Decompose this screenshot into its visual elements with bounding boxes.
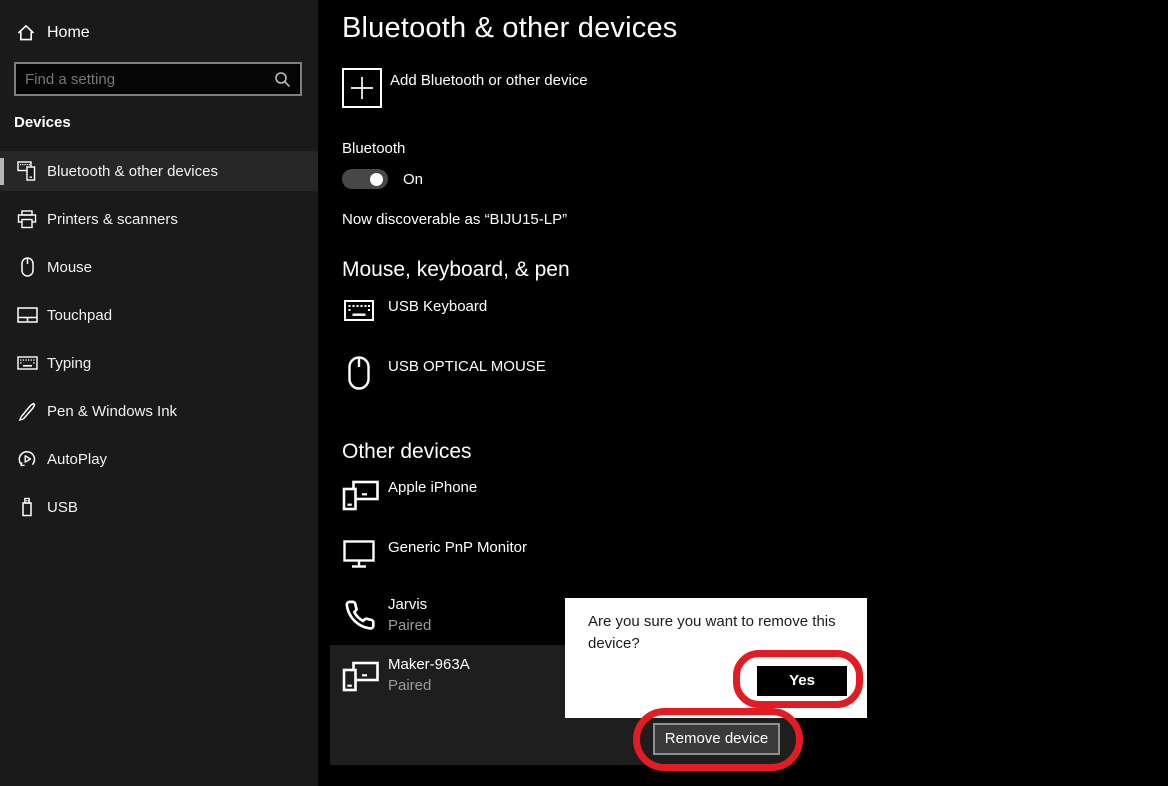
device-name: Generic PnP Monitor: [388, 539, 527, 556]
typing-keyboard-icon: [16, 353, 38, 373]
search-box: [14, 62, 302, 96]
section-header-other-devices: Other devices: [342, 440, 472, 463]
search-input[interactable]: [16, 70, 274, 88]
selected-accent-bar: [0, 158, 4, 185]
bluetooth-devices-icon: [16, 161, 38, 181]
monitor-icon: [343, 540, 375, 569]
toggle-knob: [370, 172, 383, 186]
pen-icon: [16, 401, 38, 421]
sidebar-item-pen-windows-ink[interactable]: Pen & Windows Ink: [0, 391, 318, 431]
sidebar-item-label: AutoPlay: [47, 450, 108, 468]
keyboard-icon: [344, 300, 374, 321]
phone-and-monitor-icon: [342, 661, 379, 693]
sidebar-item-touchpad[interactable]: Touchpad: [0, 295, 318, 335]
sidebar-item-usb[interactable]: USB: [0, 487, 318, 527]
plus-icon: [342, 68, 382, 108]
device-status: Paired: [388, 677, 432, 694]
remove-confirmation-dialog: Are you sure you want to remove this dev…: [565, 598, 867, 718]
device-status: Paired: [388, 617, 432, 634]
sidebar-item-label: Bluetooth & other devices: [47, 162, 218, 180]
autoplay-icon: [16, 449, 38, 469]
device-name: Apple iPhone: [388, 479, 478, 496]
search-icon[interactable]: [274, 71, 291, 88]
sidebar-item-label: Typing: [47, 354, 92, 372]
bluetooth-label: Bluetooth: [342, 140, 406, 157]
sidebar-section-header: Devices: [14, 114, 71, 131]
section-header-mouse-keyboard-pen: Mouse, keyboard, & pen: [342, 258, 570, 281]
yes-button[interactable]: Yes: [757, 666, 847, 696]
device-row-generic-pnp-monitor[interactable]: Generic PnP Monitor: [330, 534, 796, 578]
add-device-label: Add Bluetooth or other device: [390, 72, 588, 89]
device-name: USB Keyboard: [388, 298, 488, 315]
mouse-icon: [16, 257, 38, 277]
device-row-usb-optical-mouse[interactable]: USB OPTICAL MOUSE: [330, 348, 796, 398]
add-bluetooth-device-button[interactable]: Add Bluetooth or other device: [342, 68, 822, 108]
sidebar-item-label: Pen & Windows Ink: [47, 402, 178, 420]
toggle-state-label: On: [403, 171, 424, 188]
sidebar-item-bluetooth-other-devices[interactable]: Bluetooth & other devices: [0, 151, 318, 191]
sidebar-item-mouse[interactable]: Mouse: [0, 247, 318, 287]
device-name: Jarvis: [388, 596, 428, 613]
sidebar-item-label: USB: [47, 498, 78, 516]
dialog-message: Are you sure you want to remove this dev…: [588, 613, 836, 652]
usb-icon: [16, 497, 38, 517]
discoverable-status-text: Now discoverable as “BIJU15-LP”: [342, 211, 568, 228]
device-row-apple-iphone[interactable]: Apple iPhone: [330, 474, 796, 520]
sidebar-item-label: Mouse: [47, 258, 93, 276]
touchpad-icon: [16, 305, 38, 325]
sidebar-item-label: Printers & scanners: [47, 210, 178, 228]
page-title: Bluetooth & other devices: [342, 12, 678, 44]
printer-icon: [16, 209, 38, 229]
device-row-usb-keyboard[interactable]: USB Keyboard: [330, 290, 796, 336]
bluetooth-toggle[interactable]: [342, 169, 388, 189]
device-name: Maker-963A: [388, 656, 470, 673]
mouse-device-icon: [348, 356, 370, 390]
sidebar-item-autoplay[interactable]: AutoPlay: [0, 439, 318, 479]
phone-handset-icon: [344, 600, 376, 632]
home-icon: [16, 23, 36, 43]
settings-window: Home Devices Bluetooth & other devices P…: [0, 0, 1168, 786]
home-label: Home: [47, 24, 90, 41]
sidebar: Home Devices Bluetooth & other devices P…: [0, 0, 318, 786]
remove-device-button[interactable]: Remove device: [653, 723, 780, 755]
phone-and-monitor-icon: [342, 480, 379, 512]
sidebar-item-label: Touchpad: [47, 306, 113, 324]
sidebar-item-printers-scanners[interactable]: Printers & scanners: [0, 199, 318, 239]
device-name: USB OPTICAL MOUSE: [388, 358, 546, 375]
sidebar-item-home[interactable]: Home: [0, 14, 318, 52]
sidebar-item-typing[interactable]: Typing: [0, 343, 318, 383]
